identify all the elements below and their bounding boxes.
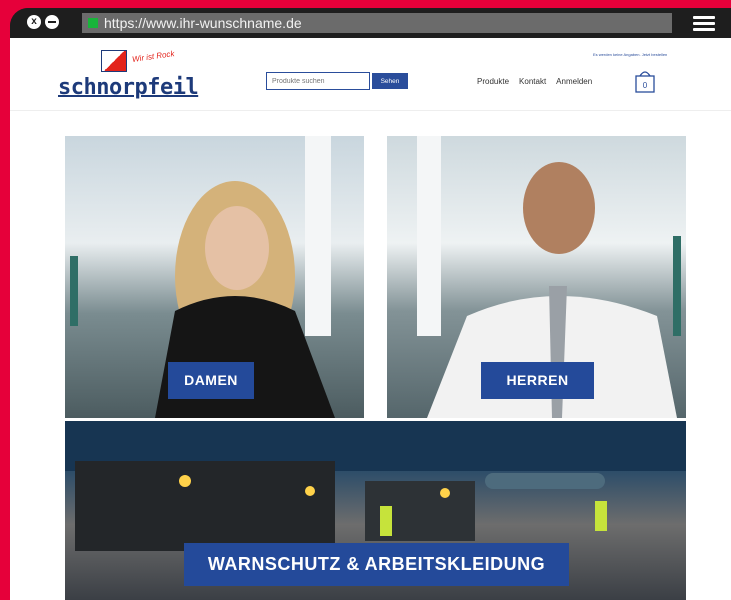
logo[interactable]: schnorpfeil [58, 75, 199, 100]
website-page: Wir ist Rock schnorpfeil Sehen Es werden… [10, 38, 731, 600]
cart-icon[interactable]: 0 [634, 66, 656, 96]
damen-label[interactable]: DAMEN [168, 362, 254, 399]
main-nav: Produkte Kontakt Anmelden [477, 77, 592, 86]
address-bar[interactable]: https://www.ihr-wunschname.de [82, 13, 672, 33]
site-header: Wir ist Rock schnorpfeil Sehen Es werden… [10, 38, 731, 111]
minimize-icon[interactable] [45, 15, 59, 29]
cart-count: 0 [643, 81, 648, 90]
logo-tagline: Wir ist Rock [131, 49, 176, 64]
nav-item-kontakt[interactable]: Kontakt [519, 77, 546, 86]
browser-toolbar: x https://www.ihr-wunschname.de [10, 8, 731, 38]
herren-label[interactable]: HERREN [481, 362, 594, 399]
warnschutz-label[interactable]: WARNSCHUTZ & ARBEITSKLEIDUNG [184, 543, 569, 586]
search-button[interactable]: Sehen [372, 73, 408, 89]
menu-bar [693, 28, 715, 31]
hamburger-menu-icon[interactable] [693, 16, 715, 32]
herren-tile[interactable]: HERREN [387, 136, 686, 418]
warnschutz-tile[interactable]: WARNSCHUTZ & ARBEITSKLEIDUNG [65, 421, 686, 600]
menu-bar [693, 22, 715, 25]
menu-bar [693, 16, 715, 19]
secure-lock-icon [88, 18, 98, 28]
search-input[interactable] [266, 72, 370, 90]
damen-tile[interactable]: DAMEN [65, 136, 364, 418]
browser-window: x https://www.ihr-wunschname.de Wir ist … [10, 8, 731, 600]
nav-item-anmelden[interactable]: Anmelden [556, 77, 592, 86]
nav-item-produkte[interactable]: Produkte [477, 77, 509, 86]
logo-mark-icon[interactable] [101, 50, 127, 72]
top-note[interactable]: Es werden keine Angaben. Jetzt bestellen [593, 52, 667, 57]
close-icon[interactable]: x [27, 15, 41, 29]
url-text[interactable]: https://www.ihr-wunschname.de [104, 15, 302, 31]
